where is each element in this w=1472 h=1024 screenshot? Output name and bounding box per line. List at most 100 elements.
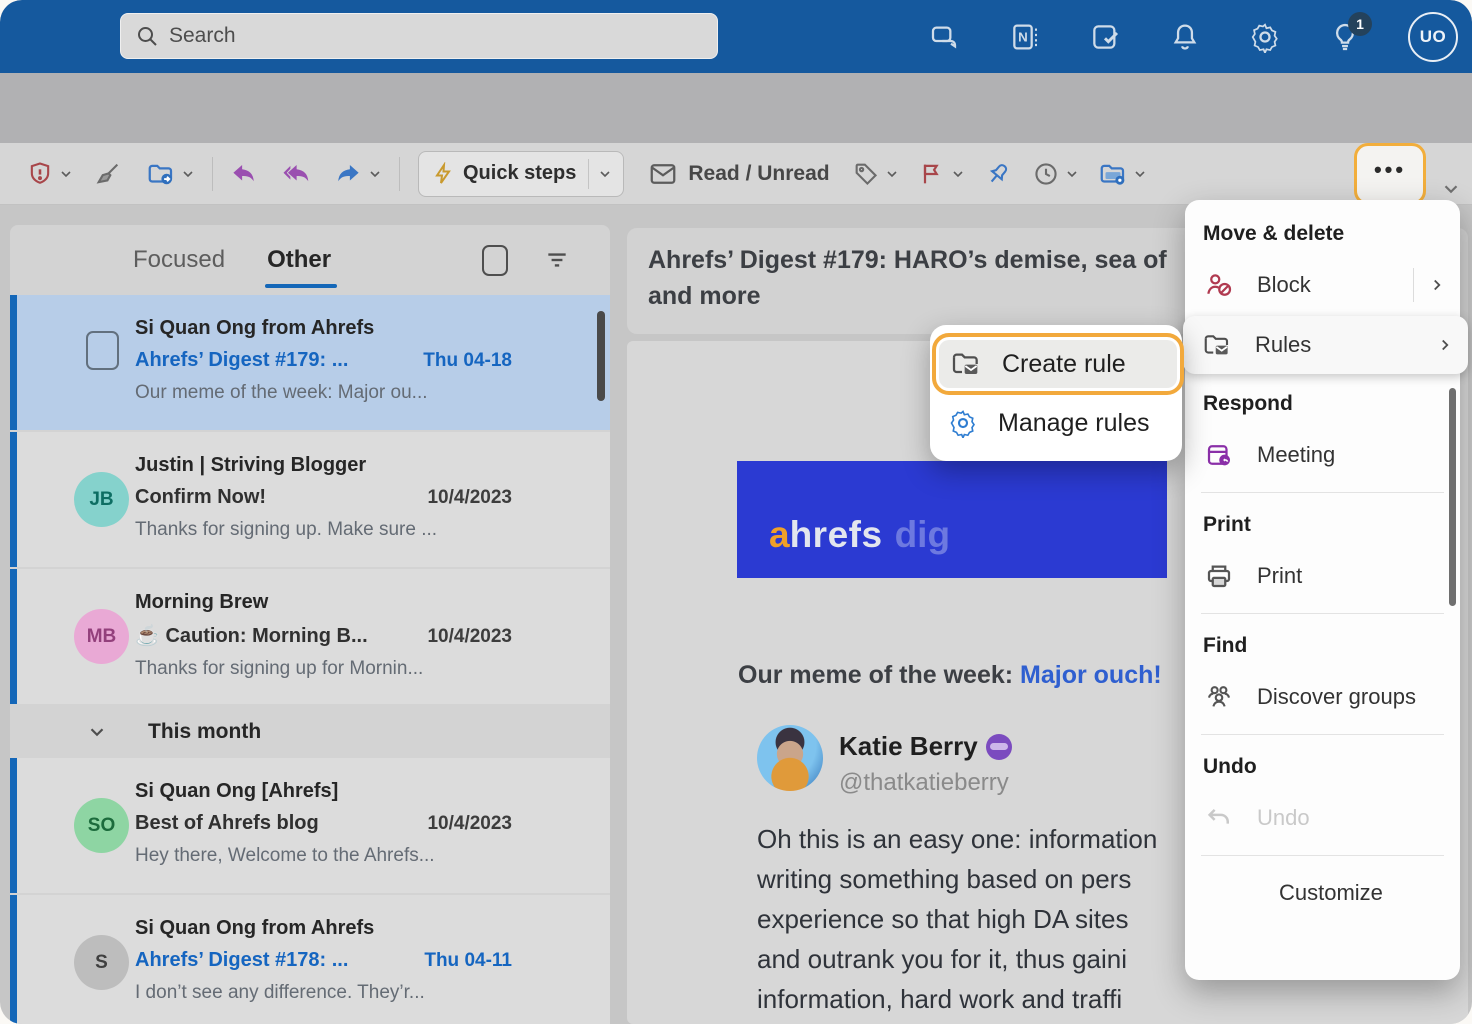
todo-icon[interactable] [1088, 20, 1122, 54]
forward-button[interactable] [329, 155, 387, 193]
menu-section-move-delete: Move & delete [1185, 210, 1460, 256]
rules-folder-gear-icon [1098, 159, 1128, 189]
categorize-button[interactable] [848, 156, 904, 192]
email-row[interactable]: Si Quan Ong from Ahrefs Ahrefs’ Digest #… [10, 295, 610, 430]
chevron-down-icon[interactable] [86, 721, 108, 743]
email-date: 10/4/2023 [427, 813, 512, 835]
message-list: Focused Other Si Quan Ong from Ahrefs Ah… [10, 225, 610, 1024]
shield-alert-icon [26, 160, 54, 188]
manage-rules-gear-icon [948, 408, 978, 438]
snooze-button[interactable] [1028, 156, 1084, 192]
manage-rules-item[interactable]: Manage rules [930, 395, 1182, 451]
email-subject: Ahrefs’ Digest #179: ... [135, 349, 348, 372]
menu-item-label: Customize [1279, 880, 1446, 906]
sweep-button[interactable] [90, 156, 126, 192]
tab-focused[interactable]: Focused [133, 246, 225, 274]
onenote-icon[interactable]: N [1008, 20, 1042, 54]
avatar: JB [74, 472, 129, 527]
flag-icon [918, 160, 946, 188]
account-avatar[interactable]: UO [1408, 12, 1458, 62]
chevron-down-icon[interactable] [58, 166, 74, 182]
email-sender: Justin | Striving Blogger [135, 448, 512, 477]
menu-item-print[interactable]: Print [1185, 547, 1460, 605]
tag-icon [852, 160, 880, 188]
settings-gear-icon[interactable] [1248, 20, 1282, 54]
menu-item-block[interactable]: Block [1185, 256, 1460, 314]
menu-item-rules[interactable]: Rules [1183, 316, 1468, 374]
move-to-button[interactable] [142, 155, 200, 193]
chevron-right-icon[interactable] [1436, 336, 1454, 354]
menu-scrollbar-thumb[interactable] [1449, 388, 1456, 606]
email-sender: Si Quan Ong from Ahrefs [135, 911, 512, 940]
message-list-header: Focused Other [10, 225, 610, 295]
block-icon [1203, 270, 1235, 300]
email-row[interactable]: S Si Quan Ong from Ahrefs Ahrefs’ Digest… [10, 895, 610, 1024]
email-subject: Ahrefs’ Digest #178: ... [135, 949, 348, 972]
email-row[interactable]: JB Justin | Striving Blogger Confirm Now… [10, 432, 610, 567]
email-checkbox[interactable] [86, 331, 119, 370]
flag-button[interactable] [914, 156, 970, 192]
svg-text:N: N [1018, 29, 1028, 44]
menu-item-discover-groups[interactable]: Discover groups [1185, 668, 1460, 726]
ribbon-collapse-chevron[interactable] [1440, 178, 1462, 200]
email-row[interactable]: MB Morning Brew ☕ Caution: Morning B... … [10, 569, 610, 704]
filter-icon[interactable] [544, 247, 570, 273]
more-options-menu: Move & delete Block Rules Respond Meetin… [1185, 200, 1460, 980]
section-label: This month [148, 720, 261, 744]
chevron-down-icon[interactable] [950, 166, 966, 182]
chat-icon[interactable] [928, 20, 962, 54]
email-preview: Hey there, Welcome to the Ahrefs... [135, 845, 512, 867]
tweet-author: Katie Berry [839, 731, 1012, 762]
rules-submenu: Create rule Manage rules [930, 325, 1182, 461]
tips-lightbulb-icon[interactable]: 1 [1328, 20, 1362, 54]
meme-link[interactable]: Major ouch! [1020, 661, 1162, 689]
chevron-down-icon[interactable] [1064, 166, 1080, 182]
menu-item-meeting[interactable]: Meeting [1185, 426, 1460, 484]
create-rule-item[interactable]: Create rule [932, 333, 1184, 395]
meeting-calendar-icon [1203, 440, 1235, 470]
chevron-down-icon[interactable] [180, 166, 196, 182]
unread-indicator [10, 895, 17, 1024]
chevron-down-icon[interactable] [1132, 166, 1148, 182]
avatar: MB [74, 609, 129, 664]
email-sender: Si Quan Ong [Ahrefs] [135, 774, 512, 803]
menu-section-respond: Respond [1185, 380, 1460, 426]
divider [588, 159, 589, 189]
topbar-actions: N 1 UO [928, 0, 1458, 73]
chevron-right-icon[interactable] [1428, 276, 1446, 294]
menu-item-customize[interactable]: Customize [1185, 864, 1460, 922]
email-preview: Thanks for signing up for Mornin... [135, 658, 512, 680]
reply-button[interactable] [225, 155, 263, 193]
chevron-down-icon[interactable] [367, 166, 383, 182]
menu-item-label: Meeting [1257, 442, 1446, 468]
menu-item-label: Discover groups [1257, 684, 1446, 710]
notifications-bell-icon[interactable] [1168, 20, 1202, 54]
divider [1201, 613, 1444, 614]
list-scrollbar-thumb[interactable] [597, 311, 605, 401]
quick-steps-label: Quick steps [463, 162, 576, 185]
report-button[interactable] [22, 156, 78, 192]
email-subject: ☕ Caution: Morning B... [135, 623, 368, 648]
menu-item-undo[interactable]: Undo [1185, 789, 1460, 847]
divider [1201, 492, 1444, 493]
search-input[interactable]: Search [120, 13, 718, 59]
quick-steps-button[interactable]: Quick steps [418, 151, 624, 197]
manage-rules-label: Manage rules [998, 409, 1149, 438]
rules-toolbar-button[interactable] [1094, 155, 1152, 193]
more-options-button[interactable]: ••• [1354, 143, 1426, 205]
reply-all-button[interactable] [277, 155, 315, 193]
rules-folder-icon [1201, 330, 1233, 360]
pin-button[interactable] [980, 156, 1016, 192]
pin-icon [984, 160, 1012, 188]
read-unread-button[interactable]: Read / Unread [648, 159, 829, 189]
email-preview: I don’t see any difference. They’r... [135, 982, 512, 1004]
unread-indicator [10, 295, 17, 430]
chevron-down-icon[interactable] [597, 166, 613, 182]
divider [1413, 268, 1414, 302]
chevron-down-icon[interactable] [884, 166, 900, 182]
tab-other[interactable]: Other [267, 246, 331, 274]
email-date: Thu 04-18 [423, 350, 512, 372]
list-section-header[interactable]: This month [10, 706, 610, 758]
email-row[interactable]: SO Si Quan Ong [Ahrefs] Best of Ahrefs b… [10, 758, 610, 893]
select-all-icon[interactable] [482, 245, 508, 276]
